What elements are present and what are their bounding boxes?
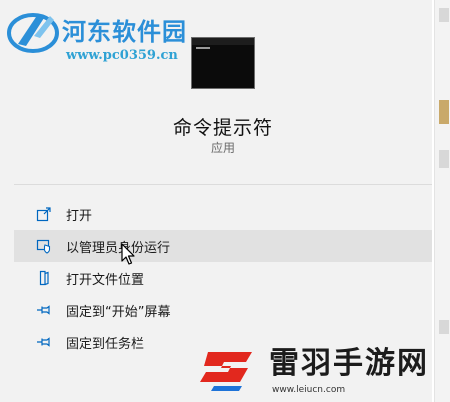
open-icon [36, 206, 52, 222]
mouse-pointer-icon [121, 243, 135, 265]
menu-item-label: 固定到“开始”屏幕 [66, 304, 171, 320]
file-location-icon [36, 270, 52, 286]
menu-item-open[interactable]: 打开 [14, 198, 432, 230]
watermark-logo-icon [7, 13, 59, 53]
menu-item-label: 以管理员身份运行 [66, 240, 171, 256]
menu-item-pin-to-start[interactable]: 固定到“开始”屏幕 [14, 294, 432, 326]
watermark-brand-url: www.leiucn.com [272, 385, 346, 395]
watermark-brand-name: 雷羽手游网 [269, 346, 429, 381]
divider [14, 184, 432, 185]
shield-run-icon [36, 238, 52, 254]
menu-item-label: 打开文件位置 [66, 272, 145, 288]
pin-icon [36, 334, 52, 350]
pin-icon [36, 302, 52, 318]
watermark-site-url: www.pc0359.cn [66, 48, 178, 63]
context-menu: 打开 以管理员身份运行 打开文件位置 固定到“开始”屏幕 固定到任务栏 [14, 198, 432, 358]
menu-item-label: 打开 [66, 208, 93, 224]
app-type-label: 应用 [210, 141, 235, 155]
menu-item-run-as-admin[interactable]: 以管理员身份运行 [14, 230, 432, 262]
menu-item-open-file-location[interactable]: 打开文件位置 [14, 262, 432, 294]
app-title: 命令提示符 [172, 117, 273, 139]
watermark-site-name: 河东软件园 [62, 17, 187, 46]
menu-item-label: 固定到任务栏 [66, 336, 145, 352]
